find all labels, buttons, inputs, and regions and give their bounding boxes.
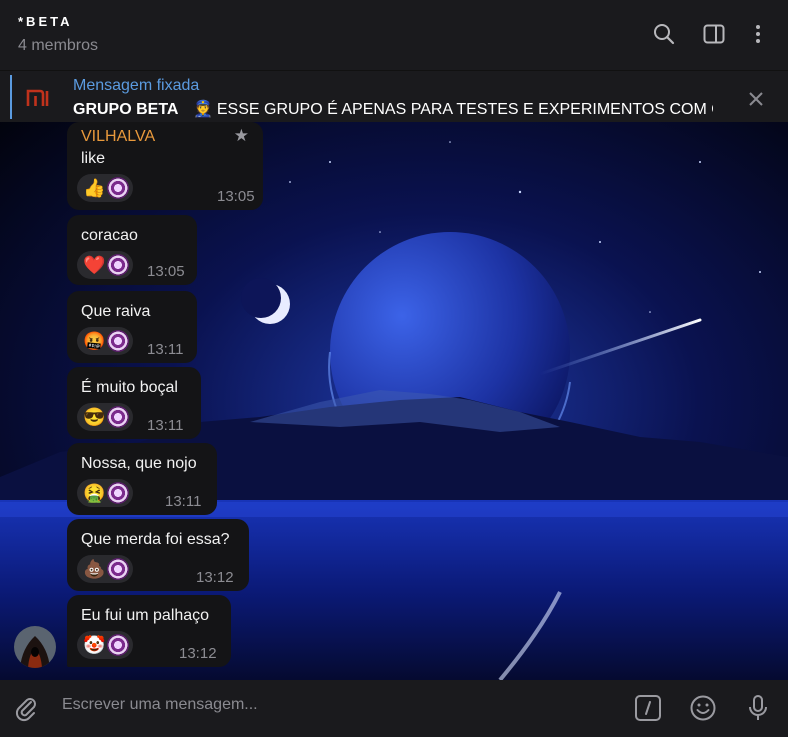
reactor-avatar — [107, 482, 129, 504]
more-vertical-icon[interactable] — [746, 22, 770, 46]
vomit-emoji-icon: 🤮 — [83, 483, 106, 503]
commands-icon[interactable] — [634, 694, 662, 722]
message-text: Nossa, que nojo — [81, 455, 197, 472]
pinned-group: GRUPO BETA — [73, 101, 179, 118]
message-time: 13:11 — [165, 493, 202, 510]
message-bubble[interactable]: VILHALVA ★ like 👍 13:05 — [67, 122, 263, 210]
close-icon[interactable] — [746, 89, 766, 109]
reactor-avatar — [107, 558, 129, 580]
pinned-content: ESSE GRUPO É APENAS PARA TESTES E EXPERI… — [216, 101, 713, 118]
reactor-avatar — [107, 634, 129, 656]
search-icon[interactable] — [652, 22, 676, 46]
message-text: Eu fui um palhaço — [81, 607, 210, 624]
reaction-chip[interactable]: 👍 — [77, 174, 133, 202]
police-emoji-icon: 👮 — [192, 101, 213, 118]
message-text: like — [81, 150, 106, 167]
pinned-indicator — [10, 75, 12, 119]
star-icon: ★ — [233, 126, 249, 145]
message-time: 13:11 — [147, 341, 184, 358]
message-text: É muito boçal — [81, 379, 178, 396]
message-bubble[interactable]: Que merda foi essa? 💩 13:12 — [67, 519, 249, 591]
reaction-chip[interactable]: 🤡 — [77, 631, 133, 659]
microphone-icon[interactable] — [744, 694, 772, 722]
emoji-icon[interactable] — [689, 694, 717, 722]
message-time: 13:05 — [217, 188, 255, 205]
reactor-avatar — [107, 254, 129, 276]
message-bubble[interactable]: Eu fui um palhaço 🤡 13:12 — [67, 595, 231, 667]
message-time: 13:11 — [147, 417, 184, 434]
message-time: 13:05 — [147, 263, 185, 280]
sunglasses-emoji-icon: 😎 — [83, 407, 106, 427]
message-bubble[interactable]: Nossa, que nojo 🤮 13:11 — [67, 443, 217, 515]
reactor-avatar — [107, 330, 129, 352]
pinned-text: GRUPO BETA 👮 ESSE GRUPO É APENAS PARA TES… — [73, 99, 713, 119]
composer — [0, 680, 788, 737]
message-time: 13:12 — [179, 645, 217, 662]
message-input[interactable] — [62, 696, 582, 714]
member-count[interactable]: 4 membros — [18, 37, 98, 55]
angry-emoji-icon: 🤬 — [83, 331, 106, 351]
mi-logo-icon — [26, 89, 49, 106]
message-bubble[interactable]: É muito boçal 😎 13:11 — [67, 367, 201, 439]
message-text: Que raiva — [81, 303, 151, 320]
reaction-chip[interactable]: ❤️ — [77, 251, 133, 279]
message-bubble[interactable]: Que raiva 🤬 13:11 — [67, 291, 197, 363]
pinned-message[interactable]: Mensagem fixada GRUPO BETA 👮 ESSE GRUPO É… — [0, 70, 788, 123]
heart-emoji-icon: ❤️ — [83, 255, 106, 275]
reaction-chip[interactable]: 🤬 — [77, 327, 133, 355]
message-text: coracao — [81, 227, 138, 244]
reaction-chip[interactable]: 😎 — [77, 403, 133, 431]
chat-title[interactable]: *BETA — [18, 14, 72, 29]
sender-name[interactable]: VILHALVA — [81, 128, 155, 146]
poop-emoji-icon: 💩 — [83, 559, 106, 579]
message-bubble[interactable]: coracao ❤️ 13:05 — [67, 215, 197, 285]
reaction-chip[interactable]: 🤮 — [77, 479, 133, 507]
sender-avatar[interactable] — [14, 626, 56, 668]
attach-icon[interactable] — [12, 694, 40, 722]
reactor-avatar — [107, 406, 129, 428]
message-time: 13:12 — [196, 569, 234, 586]
reaction-chip[interactable]: 💩 — [77, 555, 133, 583]
pinned-label: Mensagem fixada — [73, 77, 200, 94]
sidebar-toggle-icon[interactable] — [702, 22, 726, 46]
thumbs-up-emoji-icon: 👍 — [83, 178, 106, 198]
chat-header: *BETA 4 membros — [0, 0, 788, 70]
reactor-avatar — [107, 177, 129, 199]
chat-area[interactable]: VILHALVA ★ like 👍 13:05 coracao ❤️ 13:05… — [0, 122, 788, 680]
clown-emoji-icon: 🤡 — [83, 635, 106, 655]
message-text: Que merda foi essa? — [81, 531, 230, 548]
